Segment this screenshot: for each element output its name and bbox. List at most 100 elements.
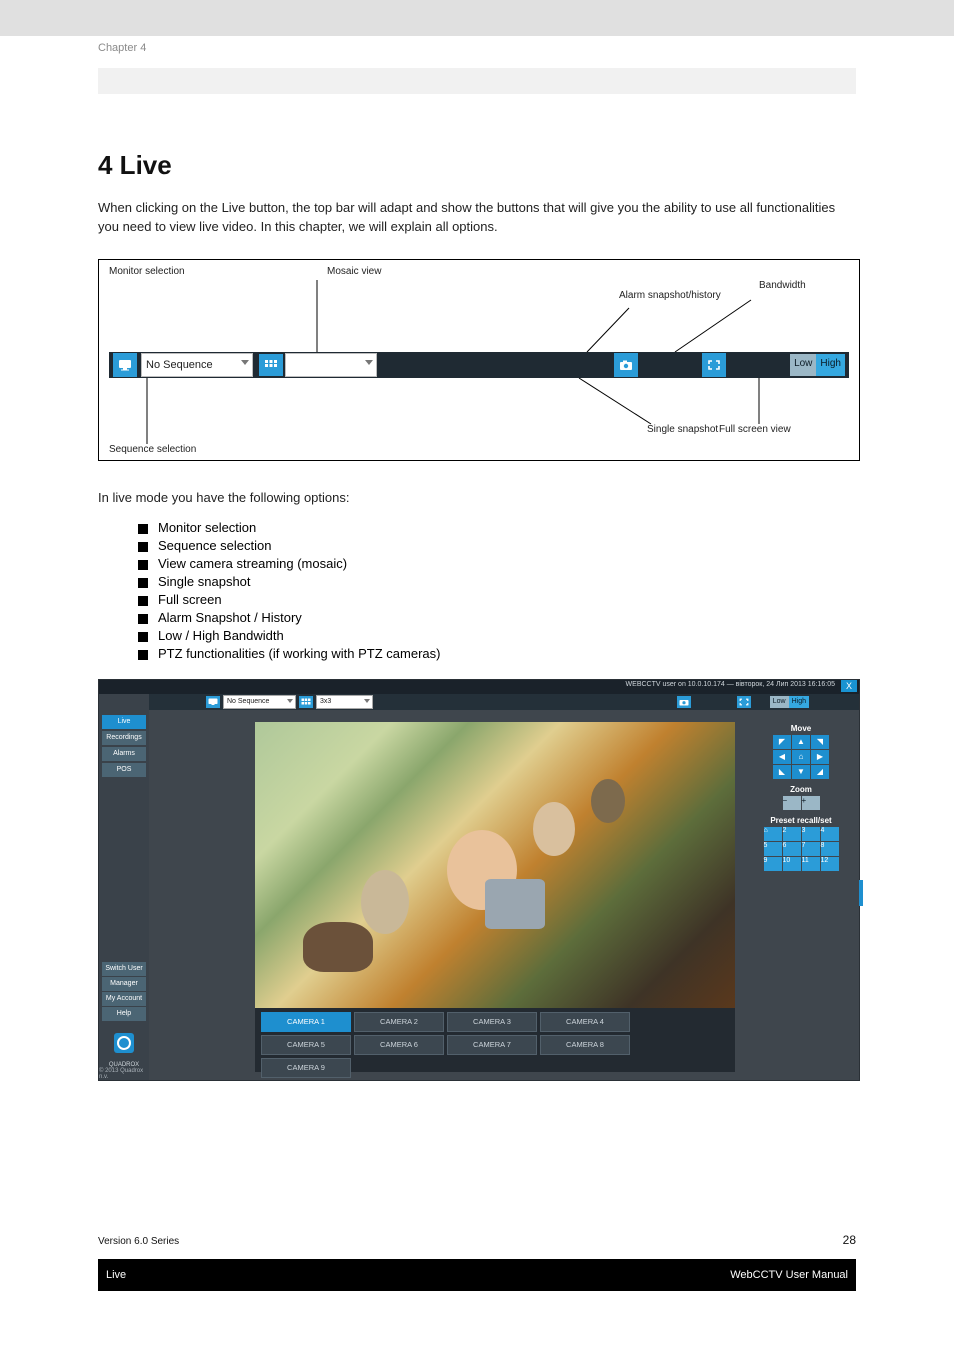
annot-single-snapshot: Single snapshot [647,424,718,435]
option-item: View camera streaming (mosaic) [158,556,347,571]
chevron-down-icon [365,360,373,365]
right-panel-handle[interactable] [859,880,863,906]
app-sidebar: Live Recordings Alarms POS Switch User M… [99,694,149,1080]
sidebar-item-recordings[interactable]: Recordings [102,731,146,745]
live-toolbar: No Sequence [109,352,849,378]
ptz-move-nw[interactable]: ◤ [773,735,791,749]
snapshot-button[interactable] [614,353,638,377]
ptz-zoom-out[interactable]: − [783,796,801,810]
footer-left: Live [106,1269,126,1281]
ptz-move-n[interactable]: ▲ [792,735,810,749]
ptz-preset[interactable]: 9 [764,857,782,871]
mosaic-grid-button[interactable] [299,696,313,708]
ptz-zoom-label: Zoom [749,785,853,794]
snapshot-button[interactable] [677,696,691,708]
bandwidth-toggle[interactable]: Low High [790,354,845,376]
sequence-select[interactable]: No Sequence [141,353,253,377]
bandwidth-low[interactable]: Low [770,696,789,708]
chevron-down-icon [287,699,293,703]
bullet-icon [138,542,148,552]
brand-logo [109,1028,139,1058]
header-light-band [98,68,856,94]
option-item: Low / High Bandwidth [158,628,284,643]
ptz-preset[interactable]: ⌂ [764,827,782,841]
sidebar-item-my-account[interactable]: My Account [102,992,146,1006]
sequence-select[interactable]: No Sequence [223,695,296,709]
app-close-button[interactable]: X [841,680,857,692]
ptz-preset[interactable]: 5 [764,842,782,856]
mosaic-grid-button[interactable] [259,354,283,376]
fullscreen-icon [739,698,749,706]
quadrox-logo-icon [111,1030,137,1056]
app-titlebar: WEBCCTV user on 10.0.10.174 — вівторок, … [99,680,859,694]
ptz-move-se[interactable]: ◢ [811,765,829,779]
ptz-preset[interactable]: 3 [802,827,820,841]
annot-sequence-selection: Sequence selection [109,444,196,455]
ptz-zoom-in[interactable]: + [802,796,820,810]
bandwidth-toggle[interactable]: Low High [770,696,809,708]
ptz-move-sw[interactable]: ◣ [773,765,791,779]
sequence-select-label: No Sequence [146,359,213,371]
live-video-frame[interactable] [255,722,735,1008]
doc-chapter-label: Chapter 4 [98,42,954,54]
camera-button[interactable]: CAMERA 5 [261,1035,351,1055]
ptz-preset[interactable]: 12 [821,857,839,871]
annot-alarm-history: Alarm snapshot/history [619,290,721,301]
sidebar-item-pos[interactable]: POS [102,763,146,777]
sidebar-item-switch-user[interactable]: Switch User [102,962,146,976]
version-text: Version 6.0 Series [98,1236,179,1247]
ptz-move-e[interactable]: ▶ [811,750,829,764]
mosaic-size-label: 3x3 [320,698,331,705]
chevron-down-icon [364,699,370,703]
ptz-move-pad: ◤ ▲ ◥ ◀ ⌂ ▶ ◣ ▼ ◢ [749,735,853,779]
ptz-move-label: Move [749,724,853,733]
annot-bandwidth: Bandwidth [759,280,806,291]
camera-button[interactable]: CAMERA 1 [261,1012,351,1032]
ptz-preset[interactable]: 11 [802,857,820,871]
page-heading: 4 Live [98,150,856,181]
bullet-icon [138,524,148,534]
app-titlebar-text: WEBCCTV user on 10.0.10.174 — вівторок, … [626,681,835,688]
monitor-icon [118,359,132,371]
monitor-select-button[interactable] [113,353,137,377]
mosaic-size-select[interactable] [285,353,377,377]
ptz-preset[interactable]: 4 [821,827,839,841]
ptz-preset[interactable]: 6 [783,842,801,856]
fullscreen-button[interactable] [702,353,726,377]
mosaic-size-select[interactable]: 3x3 [316,695,373,709]
camera-button[interactable]: CAMERA 6 [354,1035,444,1055]
ptz-move-home[interactable]: ⌂ [792,750,810,764]
sidebar-item-alarms[interactable]: Alarms [102,747,146,761]
camera-button[interactable]: CAMERA 8 [540,1035,630,1055]
bandwidth-high[interactable]: High [816,354,845,376]
ptz-preset[interactable]: 2 [783,827,801,841]
option-item: Alarm Snapshot / History [158,610,302,625]
ptz-panel: Move ◤ ▲ ◥ ◀ ⌂ ▶ ◣ ▼ ◢ [743,710,859,1080]
bandwidth-low[interactable]: Low [790,354,816,376]
camera-button[interactable]: CAMERA 9 [261,1058,351,1078]
ptz-preset[interactable]: 8 [821,842,839,856]
sidebar-item-live[interactable]: Live [102,715,146,729]
monitor-select-button[interactable] [206,696,220,708]
option-item: Sequence selection [158,538,271,553]
sidebar-item-manager[interactable]: Manager [102,977,146,991]
ptz-preset[interactable]: 7 [802,842,820,856]
bullet-icon [138,632,148,642]
ptz-move-w[interactable]: ◀ [773,750,791,764]
camera-button[interactable]: CAMERA 2 [354,1012,444,1032]
bandwidth-high[interactable]: High [789,696,809,708]
ptz-move-ne[interactable]: ◥ [811,735,829,749]
camera-button[interactable]: CAMERA 4 [540,1012,630,1032]
camera-button[interactable]: CAMERA 3 [447,1012,537,1032]
camera-button[interactable]: CAMERA 7 [447,1035,537,1055]
option-item: PTZ functionalities (if working with PTZ… [158,646,440,661]
ptz-preset[interactable]: 10 [783,857,801,871]
chevron-down-icon [241,360,249,365]
fullscreen-button[interactable] [737,696,751,708]
fullscreen-icon [707,359,721,371]
camera-icon [679,698,689,706]
ptz-move-s[interactable]: ▼ [792,765,810,779]
grid-icon [264,359,278,371]
app-live-toolbar: No Sequence 3x3 Low High [149,694,859,710]
sidebar-item-help[interactable]: Help [102,1007,146,1021]
